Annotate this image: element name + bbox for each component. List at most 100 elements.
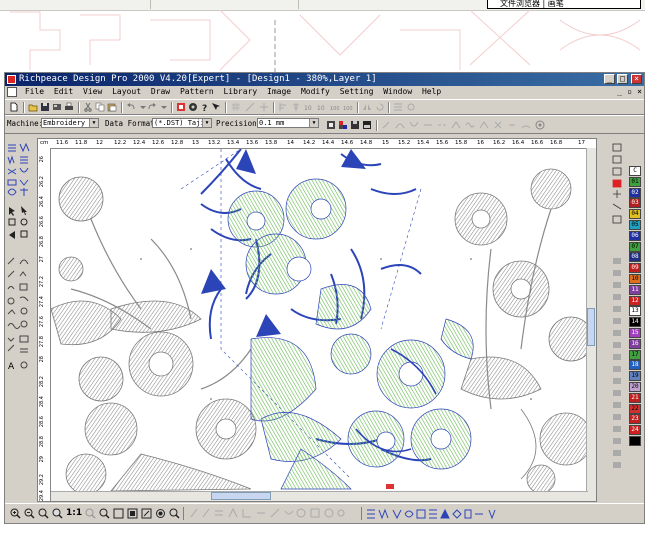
zoom-in-icon[interactable] xyxy=(10,508,21,519)
menu-layout[interactable]: Layout xyxy=(112,86,141,98)
color-swatch[interactable] xyxy=(629,436,641,446)
number-100b-icon[interactable]: 100 xyxy=(343,102,353,112)
data-format-select[interactable]: (*.DST) Tajim ▼ xyxy=(152,118,212,128)
color-swatch[interactable]: 21 xyxy=(629,392,641,403)
color-swatch[interactable]: C xyxy=(629,166,641,176)
break-icon[interactable] xyxy=(437,120,447,130)
cusp-icon[interactable] xyxy=(479,120,489,130)
menu-setting[interactable]: Setting xyxy=(340,86,374,98)
color-swatch[interactable]: 03 xyxy=(629,198,641,209)
doc-close-button[interactable]: × xyxy=(637,86,642,98)
number-100-icon[interactable]: 100 xyxy=(330,102,340,112)
horizontal-scrollbar[interactable] xyxy=(51,491,588,501)
copy-icon[interactable] xyxy=(95,102,105,112)
import-icon[interactable] xyxy=(52,102,62,112)
menu-draw[interactable]: Draw xyxy=(151,86,170,98)
color-swatch[interactable]: 17 xyxy=(629,349,641,360)
color-swatch[interactable]: 11 xyxy=(629,284,641,295)
align-center-icon[interactable] xyxy=(291,102,301,112)
color-swatch[interactable]: 23 xyxy=(629,414,641,425)
frame-icon[interactable] xyxy=(326,120,336,130)
pan-zoom-icon[interactable] xyxy=(169,508,180,519)
color-swatch[interactable]: 04 xyxy=(629,209,641,220)
smooth-icon[interactable] xyxy=(465,120,475,130)
color-swatch[interactable]: 14 xyxy=(629,317,641,328)
doc-minimize-button[interactable]: _ xyxy=(617,86,622,98)
realistic-view-icon[interactable] xyxy=(155,508,166,519)
target-icon[interactable] xyxy=(535,120,545,130)
zoom-page-icon[interactable] xyxy=(113,508,124,519)
symmetric-icon[interactable] xyxy=(493,120,503,130)
color-swatch[interactable]: 19 xyxy=(629,371,641,382)
maximize-button[interactable]: □ xyxy=(617,74,628,84)
menu-library[interactable]: Library xyxy=(223,86,257,98)
menu-modify[interactable]: Modify xyxy=(301,86,330,98)
doc-restore-button[interactable]: ▫ xyxy=(627,86,632,98)
color-swatch[interactable]: 24 xyxy=(629,425,641,436)
menu-pattern[interactable]: Pattern xyxy=(180,86,214,98)
horizontal-scroll-thumb[interactable] xyxy=(211,492,271,500)
zoom-out-icon[interactable] xyxy=(24,508,35,519)
vertical-scroll-thumb[interactable] xyxy=(587,308,595,346)
zoom-selection-icon[interactable] xyxy=(127,508,138,519)
embroidery-design[interactable] xyxy=(51,149,589,491)
new-file-icon[interactable] xyxy=(9,102,19,112)
color-swatch[interactable]: 01 xyxy=(629,176,641,187)
menu-view[interactable]: View xyxy=(83,86,102,98)
zoom-1to1-button[interactable]: 1:1 xyxy=(66,508,82,519)
menu-edit[interactable]: Edit xyxy=(54,86,73,98)
color-swatch[interactable]: 10 xyxy=(629,274,641,284)
menu-file[interactable]: File xyxy=(25,86,44,98)
settings-icon[interactable] xyxy=(406,102,416,112)
zoom-fit-icon[interactable] xyxy=(85,508,96,519)
zoom-previous-icon[interactable] xyxy=(52,508,63,519)
save-design-icon[interactable] xyxy=(350,120,360,130)
color-swatch[interactable]: 16 xyxy=(629,338,641,349)
menu-image[interactable]: Image xyxy=(267,86,291,98)
color-swatch[interactable]: 08 xyxy=(629,252,641,263)
guide-icon[interactable] xyxy=(259,102,269,112)
precision-select[interactable]: 0.1 mm ▼ xyxy=(257,118,319,128)
line-tool-icon[interactable] xyxy=(423,120,433,130)
chevron-down-icon[interactable]: ▼ xyxy=(89,119,98,127)
help-icon[interactable]: ? xyxy=(200,102,210,112)
save-icon[interactable] xyxy=(40,102,50,112)
print-icon[interactable] xyxy=(64,102,74,112)
context-help-icon[interactable] xyxy=(211,102,221,112)
node-tool-icon[interactable] xyxy=(381,120,391,130)
vertical-scrollbar[interactable] xyxy=(586,148,596,501)
color-swatch[interactable]: 22 xyxy=(629,403,641,414)
chevron-down-icon[interactable]: ▼ xyxy=(309,119,318,127)
reverse-icon[interactable] xyxy=(507,120,517,130)
zoom-all-icon[interactable] xyxy=(99,508,110,519)
paint-icon[interactable] xyxy=(188,102,198,112)
curve-tool-b-icon[interactable] xyxy=(409,120,419,130)
curve-tool-icon[interactable] xyxy=(395,120,405,130)
chevron-down-icon[interactable]: ▼ xyxy=(202,119,211,127)
rotate-icon[interactable] xyxy=(375,102,385,112)
cut-icon[interactable] xyxy=(83,102,93,112)
grid-icon[interactable] xyxy=(231,102,241,112)
preview-icon[interactable] xyxy=(141,508,152,519)
color-swatch[interactable]: 09 xyxy=(629,263,641,274)
menu-window[interactable]: Window xyxy=(383,86,412,98)
color-swatch[interactable]: 18 xyxy=(629,360,641,371)
undo-icon[interactable] xyxy=(126,102,136,112)
properties-icon[interactable] xyxy=(393,102,403,112)
redo-icon[interactable] xyxy=(147,102,157,112)
minimize-button[interactable]: _ xyxy=(604,74,615,84)
color-swatch[interactable]: 13 xyxy=(629,306,641,317)
color-swatch[interactable]: 07 xyxy=(629,241,641,252)
color-swatch[interactable]: 06 xyxy=(629,230,641,241)
arc-icon[interactable] xyxy=(521,120,531,130)
redo-dropdown-icon[interactable] xyxy=(159,102,169,112)
zoom-window-icon[interactable] xyxy=(38,508,49,519)
machine-select[interactable]: Embroidery Ma ▼ xyxy=(41,118,99,128)
color-swatch[interactable]: 05 xyxy=(629,220,641,230)
export-icon[interactable] xyxy=(362,120,372,130)
color-swatch[interactable]: 02 xyxy=(629,187,641,198)
snap-icon[interactable] xyxy=(245,102,255,112)
stitch-simulate-icon[interactable] xyxy=(176,102,186,112)
color-sort-icon[interactable] xyxy=(338,120,348,130)
align-left-icon[interactable] xyxy=(278,102,288,112)
